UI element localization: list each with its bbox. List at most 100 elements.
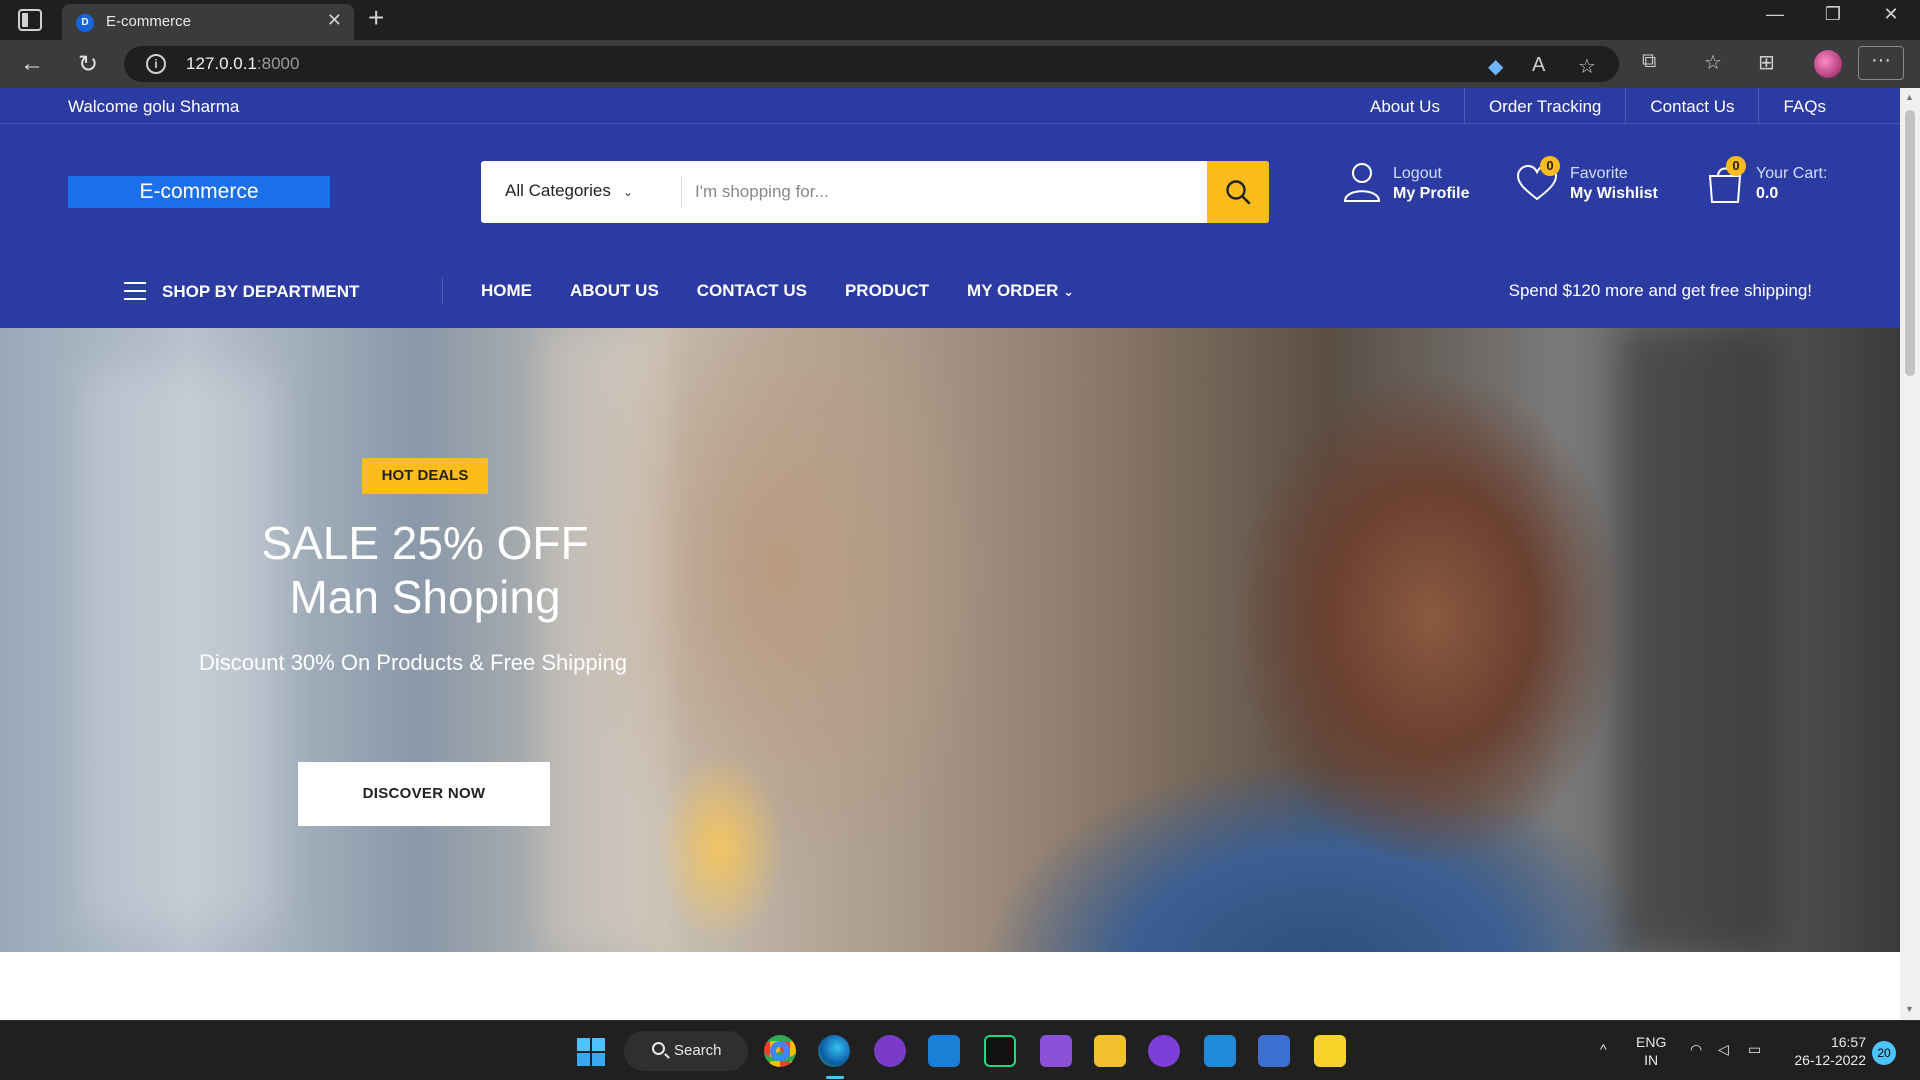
nav-home[interactable]: HOME — [481, 281, 532, 301]
app-icon[interactable] — [874, 1035, 906, 1067]
category-select-label: All Categories — [505, 181, 611, 200]
favicon-icon: D — [76, 14, 94, 32]
show-hidden-icons-icon[interactable]: ^ — [1600, 1041, 1607, 1057]
browser-titlebar: D E-commerce ✕ + — ❐ ✕ — [0, 0, 1920, 40]
volume-icon[interactable]: ◁ — [1718, 1041, 1729, 1058]
close-tab-icon[interactable]: ✕ — [327, 10, 342, 31]
page-scrollbar[interactable]: ▲ ▼ — [1900, 88, 1920, 1020]
hero-background-shape — [1620, 328, 1780, 952]
cart-widget[interactable]: Your Cart: 0.0 — [1756, 164, 1827, 204]
new-tab-icon[interactable]: + — [368, 2, 384, 34]
user-icon[interactable] — [1342, 160, 1382, 204]
site-logo[interactable]: E-commerce — [68, 176, 330, 208]
url-port: :8000 — [256, 54, 300, 73]
app-icon[interactable] — [1148, 1035, 1180, 1067]
visual-studio-icon[interactable] — [1040, 1035, 1072, 1067]
browser-tab[interactable]: D E-commerce ✕ — [62, 4, 354, 40]
clock-date: 26-12-2022 — [1794, 1052, 1866, 1068]
nav-product[interactable]: PRODUCT — [845, 281, 929, 301]
clock-time: 16:57 — [1830, 1034, 1866, 1050]
url-text[interactable]: 127.0.0.1:8000 — [186, 54, 299, 74]
clock[interactable]: 16:57 26-12-2022 — [1788, 1033, 1866, 1069]
edge-icon[interactable] — [818, 1035, 850, 1067]
my-profile-link[interactable]: My Profile — [1393, 184, 1469, 204]
search-button[interactable] — [1207, 161, 1269, 223]
nav-contact-us[interactable]: CONTACT US — [697, 281, 807, 301]
extensions-icon[interactable]: ⧉ — [1642, 50, 1656, 73]
hamburger-icon[interactable] — [124, 282, 146, 300]
logout-link[interactable]: Logout — [1393, 164, 1469, 184]
search-divider — [681, 175, 682, 209]
menu-bar: SHOP BY DEPARTMENT HOME ABOUT US CONTACT… — [0, 272, 1900, 312]
wifi-icon[interactable]: ◠ — [1690, 1041, 1702, 1058]
hero-title-line1: SALE 25% OFF — [261, 517, 589, 569]
hero-background-shape — [540, 328, 660, 952]
account-widget[interactable]: Logout My Profile — [1393, 164, 1469, 204]
url-box[interactable]: i 127.0.0.1:8000 ◆ A ☆ — [124, 46, 1619, 82]
scroll-up-icon[interactable]: ▲ — [1905, 92, 1914, 102]
discover-now-button[interactable]: DISCOVER NOW — [298, 762, 550, 826]
top-links: About Us Order Tracking Contact Us FAQs — [1346, 88, 1850, 124]
mail-icon[interactable] — [928, 1035, 960, 1067]
top-strip: Walcome golu Sharma About Us Order Track… — [0, 88, 1900, 124]
search-input[interactable] — [695, 177, 1175, 207]
chevron-down-icon: ⌄ — [622, 185, 633, 199]
minimize-icon[interactable]: — — [1752, 4, 1798, 25]
vscode-icon[interactable] — [1204, 1035, 1236, 1067]
pycharm-icon[interactable] — [984, 1035, 1016, 1067]
file-explorer-icon[interactable] — [1094, 1035, 1126, 1067]
cart-count-badge: 0 — [1726, 156, 1746, 176]
collections-icon[interactable]: ⊞ — [1758, 50, 1775, 75]
tab-actions-icon[interactable] — [18, 9, 42, 31]
wishlist-widget[interactable]: Favorite My Wishlist — [1570, 164, 1658, 204]
address-bar: ← ↻ i 127.0.0.1:8000 ◆ A ☆ ⧉ ☆ ⊞ ··· — [0, 40, 1920, 88]
favorite-label: Favorite — [1570, 165, 1628, 182]
favorites-icon[interactable]: ☆ — [1704, 50, 1722, 75]
cart-total: 0.0 — [1756, 185, 1779, 202]
shop-by-department[interactable]: SHOP BY DEPARTMENT — [162, 282, 359, 302]
hero-banner: HOT DEALS SALE 25% OFF Man Shoping Disco… — [0, 328, 1900, 952]
scrollbar-thumb[interactable] — [1905, 110, 1915, 376]
nav-my-order[interactable]: MY ORDER ⌄ — [967, 281, 1074, 301]
back-icon[interactable]: ← — [20, 50, 44, 78]
notification-badge[interactable]: 20 — [1872, 1041, 1896, 1065]
your-cart-label: Your Cart: — [1756, 165, 1828, 182]
close-window-icon[interactable]: ✕ — [1868, 4, 1914, 25]
category-select[interactable]: All Categories ⌄ — [505, 181, 633, 201]
chrome-icon[interactable] — [764, 1035, 796, 1067]
coupon-icon[interactable]: ◆ — [1488, 54, 1503, 79]
nav-about-us[interactable]: ABOUT US — [570, 281, 659, 301]
hero-background-shape — [80, 368, 280, 928]
free-shipping-note: Spend $120 more and get free shipping! — [1508, 281, 1812, 300]
restore-icon[interactable]: ❐ — [1810, 4, 1856, 25]
site-header: E-commerce All Categories ⌄ Logout My Pro… — [0, 124, 1900, 328]
hero-subtitle: Discount 30% On Products & Free Shipping — [198, 650, 627, 675]
hero-title-line2: Man Shoping — [289, 571, 561, 623]
refresh-icon[interactable]: ↻ — [78, 50, 98, 79]
toplink-faqs[interactable]: FAQs — [1758, 88, 1850, 124]
more-icon[interactable]: ··· — [1858, 46, 1904, 80]
toplink-about[interactable]: About Us — [1346, 88, 1464, 124]
network-app-icon[interactable] — [1258, 1035, 1290, 1067]
scroll-down-icon[interactable]: ▼ — [1905, 1004, 1914, 1014]
search-icon — [1226, 180, 1251, 205]
sticky-notes-icon[interactable] — [1314, 1035, 1346, 1067]
nav-my-order-label: MY ORDER — [967, 281, 1059, 300]
windows-start-icon[interactable] — [576, 1037, 606, 1067]
battery-icon[interactable]: ▭ — [1748, 1041, 1761, 1058]
profile-icon[interactable] — [1814, 50, 1842, 78]
favorite-add-icon[interactable]: ☆ — [1578, 54, 1596, 79]
toplink-contact[interactable]: Contact Us — [1625, 88, 1758, 124]
url-host: 127.0.0.1 — [186, 54, 257, 73]
tab-title: E-commerce — [106, 13, 192, 30]
language-line1: ENG — [1636, 1034, 1667, 1050]
search-icon — [652, 1042, 665, 1055]
language-line2: IN — [1644, 1052, 1659, 1068]
wishlist-count-badge: 0 — [1540, 156, 1560, 176]
read-aloud-icon[interactable]: A — [1532, 54, 1545, 77]
taskbar-search[interactable]: Search — [624, 1031, 748, 1071]
language-indicator[interactable]: ENG IN — [1636, 1033, 1666, 1069]
info-icon[interactable]: i — [146, 54, 166, 74]
hot-deals-badge: HOT DEALS — [362, 458, 488, 494]
toplink-order-tracking[interactable]: Order Tracking — [1463, 88, 1625, 124]
